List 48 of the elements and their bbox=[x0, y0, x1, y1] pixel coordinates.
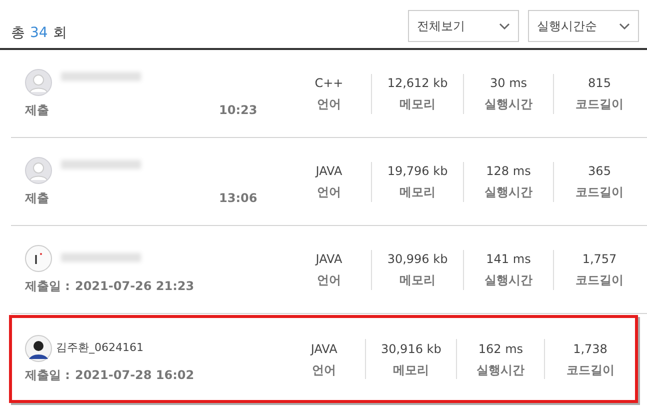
stat-label: 코드길이 bbox=[576, 184, 624, 201]
stat-value: 30 ms bbox=[490, 75, 528, 92]
date-label: 제출 bbox=[25, 102, 49, 118]
submit-date: 10:23 bbox=[219, 102, 258, 118]
date-label: 제출일 : bbox=[25, 367, 70, 384]
stat-value: JAVA bbox=[316, 251, 342, 268]
stat-label: 언어 bbox=[317, 96, 341, 113]
stat-label: 메모리 bbox=[400, 184, 436, 201]
filter-dropdown[interactable]: 전체보기 bbox=[408, 10, 519, 42]
stat-label: 메모리 bbox=[400, 96, 436, 113]
stat-label: 언어 bbox=[312, 362, 336, 378]
stat-value: 815 bbox=[588, 75, 611, 92]
filter-dropdown[interactable]: 실행시간순 bbox=[528, 10, 639, 42]
submit-date: 2021-07-28 16:02 bbox=[74, 367, 194, 384]
stat-label: 실행시간 bbox=[484, 184, 532, 201]
stat-label: 코드길이 bbox=[566, 362, 614, 378]
date-label: 제출 bbox=[25, 190, 49, 206]
stat-label: 언어 bbox=[317, 272, 341, 289]
stat-label: 실행시간 bbox=[484, 272, 532, 289]
chevron-down-icon bbox=[619, 22, 630, 30]
stat-value: 1,738 bbox=[573, 340, 608, 358]
username: 김주환_0624161 bbox=[56, 340, 144, 356]
stat-value: 12,612 kb bbox=[387, 75, 448, 92]
submit-date: 13:06 bbox=[219, 190, 258, 206]
total-count: 34 bbox=[30, 24, 48, 43]
stat-value: 141 ms bbox=[486, 251, 531, 268]
stat-label: 실행시간 bbox=[484, 96, 532, 113]
stat-label: 언어 bbox=[317, 184, 341, 201]
stat-value: 30,916 kb bbox=[380, 340, 442, 358]
stat-label: 코드길이 bbox=[576, 96, 624, 113]
stat-value: 128 ms bbox=[486, 163, 531, 180]
stat-label: 메모리 bbox=[400, 272, 436, 289]
stat-value: 1,757 bbox=[582, 251, 617, 268]
stat-value: JAVA bbox=[310, 340, 338, 358]
total-unit: 회 bbox=[52, 24, 67, 43]
stat-value: C++ bbox=[314, 75, 344, 92]
date-label: 제출일 : bbox=[25, 278, 70, 294]
stat-value: 30,996 kb bbox=[387, 251, 448, 268]
stat-value: 365 bbox=[588, 163, 611, 180]
submit-date: 2021-07-26 21:23 bbox=[74, 278, 194, 294]
stat-label: 코드길이 bbox=[576, 272, 624, 289]
chevron-down-icon bbox=[499, 22, 510, 30]
stat-label: 메모리 bbox=[393, 362, 430, 378]
stat-value: 162 ms bbox=[478, 340, 524, 358]
stat-value: 19,796 kb bbox=[387, 163, 448, 180]
stat-value: JAVA bbox=[316, 163, 342, 180]
total-label: 총 bbox=[11, 24, 25, 43]
stat-label: 실행시간 bbox=[476, 362, 525, 378]
